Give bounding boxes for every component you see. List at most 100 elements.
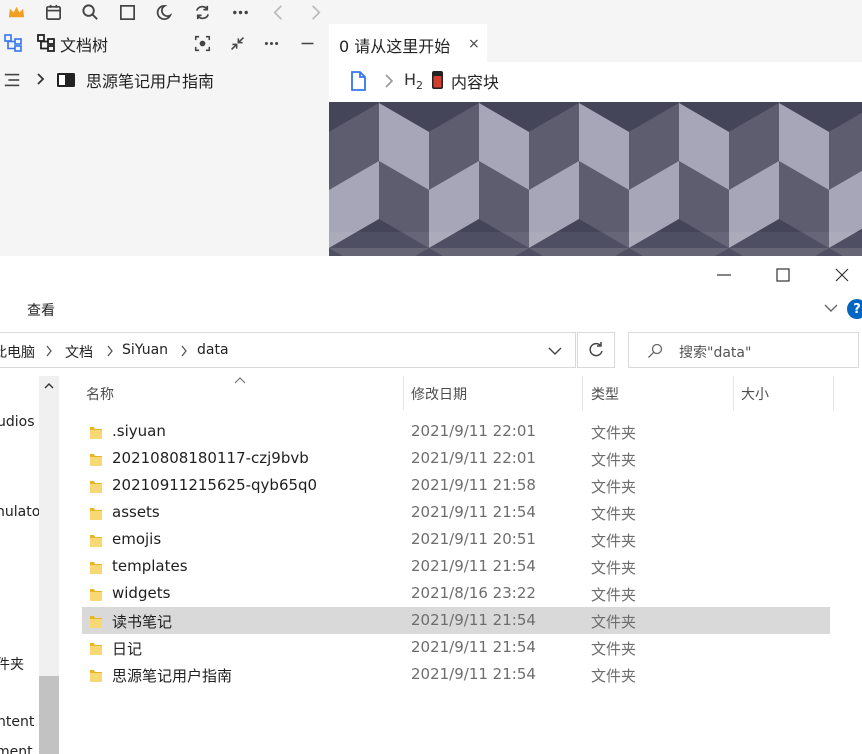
refresh-icon [589, 342, 603, 357]
scroll-up-icon[interactable] [39, 376, 59, 396]
chevron-right-icon[interactable] [106, 345, 114, 357]
close-icon[interactable] [830, 264, 854, 286]
chevron-right-icon[interactable] [180, 345, 188, 357]
folder-icon [90, 454, 102, 466]
menu-icon[interactable] [3, 71, 21, 89]
nav-scrollbar[interactable] [39, 376, 59, 754]
minimize-icon[interactable] [712, 264, 736, 286]
back-icon[interactable] [267, 1, 289, 23]
breadcrumb: H2 内容块 [329, 62, 862, 100]
file-name: .siyuan [112, 422, 166, 440]
chevron-right-icon[interactable] [34, 72, 48, 86]
search-icon[interactable] [79, 1, 101, 23]
sync-icon[interactable] [191, 1, 213, 23]
file-name: 思源笔记用户指南 [112, 667, 233, 685]
file-row[interactable]: assets 2021/9/11 21:54 文件夹 [82, 499, 830, 526]
file-name: 20210911215625-qyb65q0 [112, 476, 318, 494]
column-divider[interactable] [403, 376, 404, 410]
file-row[interactable]: 日记 2021/9/11 21:54 文件夹 [82, 634, 830, 661]
column-header-date[interactable]: 修改日期 [411, 384, 467, 406]
chevron-right-icon [385, 74, 394, 88]
cube-pattern [329, 102, 862, 256]
address-segment[interactable]: SiYuan [122, 342, 168, 358]
chevron-right-icon[interactable] [45, 345, 53, 357]
scrollbar-thumb[interactable] [39, 676, 59, 754]
refresh-button[interactable] [577, 332, 615, 368]
file-date: 2021/8/16 23:22 [411, 584, 536, 602]
column-header-name[interactable]: 名称 [86, 384, 114, 406]
file-name: emojis [112, 530, 162, 548]
tab-close-icon[interactable]: × [468, 36, 480, 52]
tab-start-here[interactable]: 0 请从这里开始 × [329, 24, 487, 62]
collapse-icon[interactable] [227, 33, 247, 53]
tree-icon [37, 34, 55, 52]
document-icon[interactable] [349, 71, 367, 91]
siyuan-app: 文档树 思源笔记用户指南 0 请从这里开始 × H2 内容块 [0, 0, 862, 256]
column-header-size[interactable]: 大小 [741, 384, 769, 406]
chevron-down-icon[interactable] [548, 346, 562, 356]
file-tree-header: 文档树 [0, 30, 329, 56]
file-row[interactable]: 20210808180117-czj9bvb 2021/9/11 22:01 文… [82, 445, 830, 472]
more-icon[interactable] [229, 1, 251, 23]
calendar-icon[interactable] [42, 1, 64, 23]
file-row[interactable]: emojis 2021/9/11 20:51 文件夹 [82, 526, 830, 553]
content-block-icon [432, 71, 443, 89]
nav-item[interactable]: 件夹 [0, 654, 24, 674]
file-row[interactable]: 读书笔记 2021/9/11 21:54 文件夹 [82, 607, 830, 634]
nav-item[interactable]: udios [0, 414, 35, 430]
folder-icon [90, 562, 102, 574]
ribbon-tab-view[interactable]: 查看 [27, 300, 55, 320]
file-type: 文件夹 [591, 424, 637, 442]
file-type: 文件夹 [591, 640, 637, 658]
address-segment[interactable]: 此电脑 [0, 342, 35, 362]
editor-panel: 0 请从这里开始 × H2 内容块 [329, 0, 862, 256]
file-date: 2021/9/11 21:54 [411, 665, 536, 683]
maximize-icon[interactable] [771, 264, 795, 286]
file-type: 文件夹 [591, 532, 637, 550]
file-row[interactable]: .siyuan 2021/9/11 22:01 文件夹 [82, 418, 830, 445]
book-icon [57, 73, 75, 87]
folder-icon [90, 427, 102, 439]
file-row[interactable]: widgets 2021/8/16 23:22 文件夹 [82, 580, 830, 607]
notebook-label: 思源笔记用户指南 [86, 72, 215, 91]
heading-level: 2 [416, 79, 424, 93]
more-icon[interactable] [261, 33, 281, 53]
file-name: templates [112, 557, 188, 575]
nav-item[interactable]: ntent [0, 714, 34, 730]
file-name: 读书笔记 [112, 613, 173, 631]
document-banner [329, 102, 862, 256]
chevron-down-icon[interactable] [823, 302, 839, 314]
crown-icon[interactable] [5, 1, 27, 23]
file-row[interactable]: 20210911215625-qyb65q0 2021/9/11 21:58 文… [82, 472, 830, 499]
forward-icon[interactable] [304, 1, 326, 23]
column-divider[interactable] [833, 376, 834, 410]
folder-icon [90, 535, 102, 547]
tab-bar: 0 请从这里开始 × [329, 0, 862, 62]
file-date: 2021/9/11 21:54 [411, 611, 536, 629]
breadcrumb-heading[interactable]: H2 [404, 70, 423, 92]
minimize-panel-icon[interactable] [297, 33, 317, 53]
file-type: 文件夹 [591, 478, 637, 496]
address-bar[interactable]: 此电脑 文档 SiYuan data [0, 332, 576, 368]
help-icon[interactable]: ? [847, 299, 862, 319]
column-divider[interactable] [582, 376, 583, 410]
address-segment[interactable]: 文档 [65, 342, 93, 362]
column-header-type[interactable]: 类型 [591, 384, 619, 406]
search-placeholder: 搜索"data" [679, 345, 752, 361]
notebook-item[interactable]: 思源笔记用户指南 [0, 67, 329, 93]
moon-icon[interactable] [154, 1, 176, 23]
search-input[interactable]: 搜索"data" [628, 332, 859, 368]
column-divider[interactable] [733, 376, 734, 410]
breadcrumb-block[interactable]: 内容块 [451, 69, 499, 93]
address-segment[interactable]: data [197, 342, 229, 358]
focus-icon[interactable] [192, 33, 212, 53]
square-icon[interactable] [116, 1, 138, 23]
file-row[interactable]: 思源笔记用户指南 2021/9/11 21:54 文件夹 [82, 661, 830, 688]
nav-item[interactable]: ment [0, 744, 33, 754]
folder-icon [90, 508, 102, 520]
search-icon [648, 343, 663, 358]
file-type: 文件夹 [591, 586, 637, 604]
file-name: 日记 [112, 640, 143, 658]
file-row[interactable]: templates 2021/9/11 21:54 文件夹 [82, 553, 830, 580]
dock-tree-icon[interactable] [3, 33, 23, 53]
